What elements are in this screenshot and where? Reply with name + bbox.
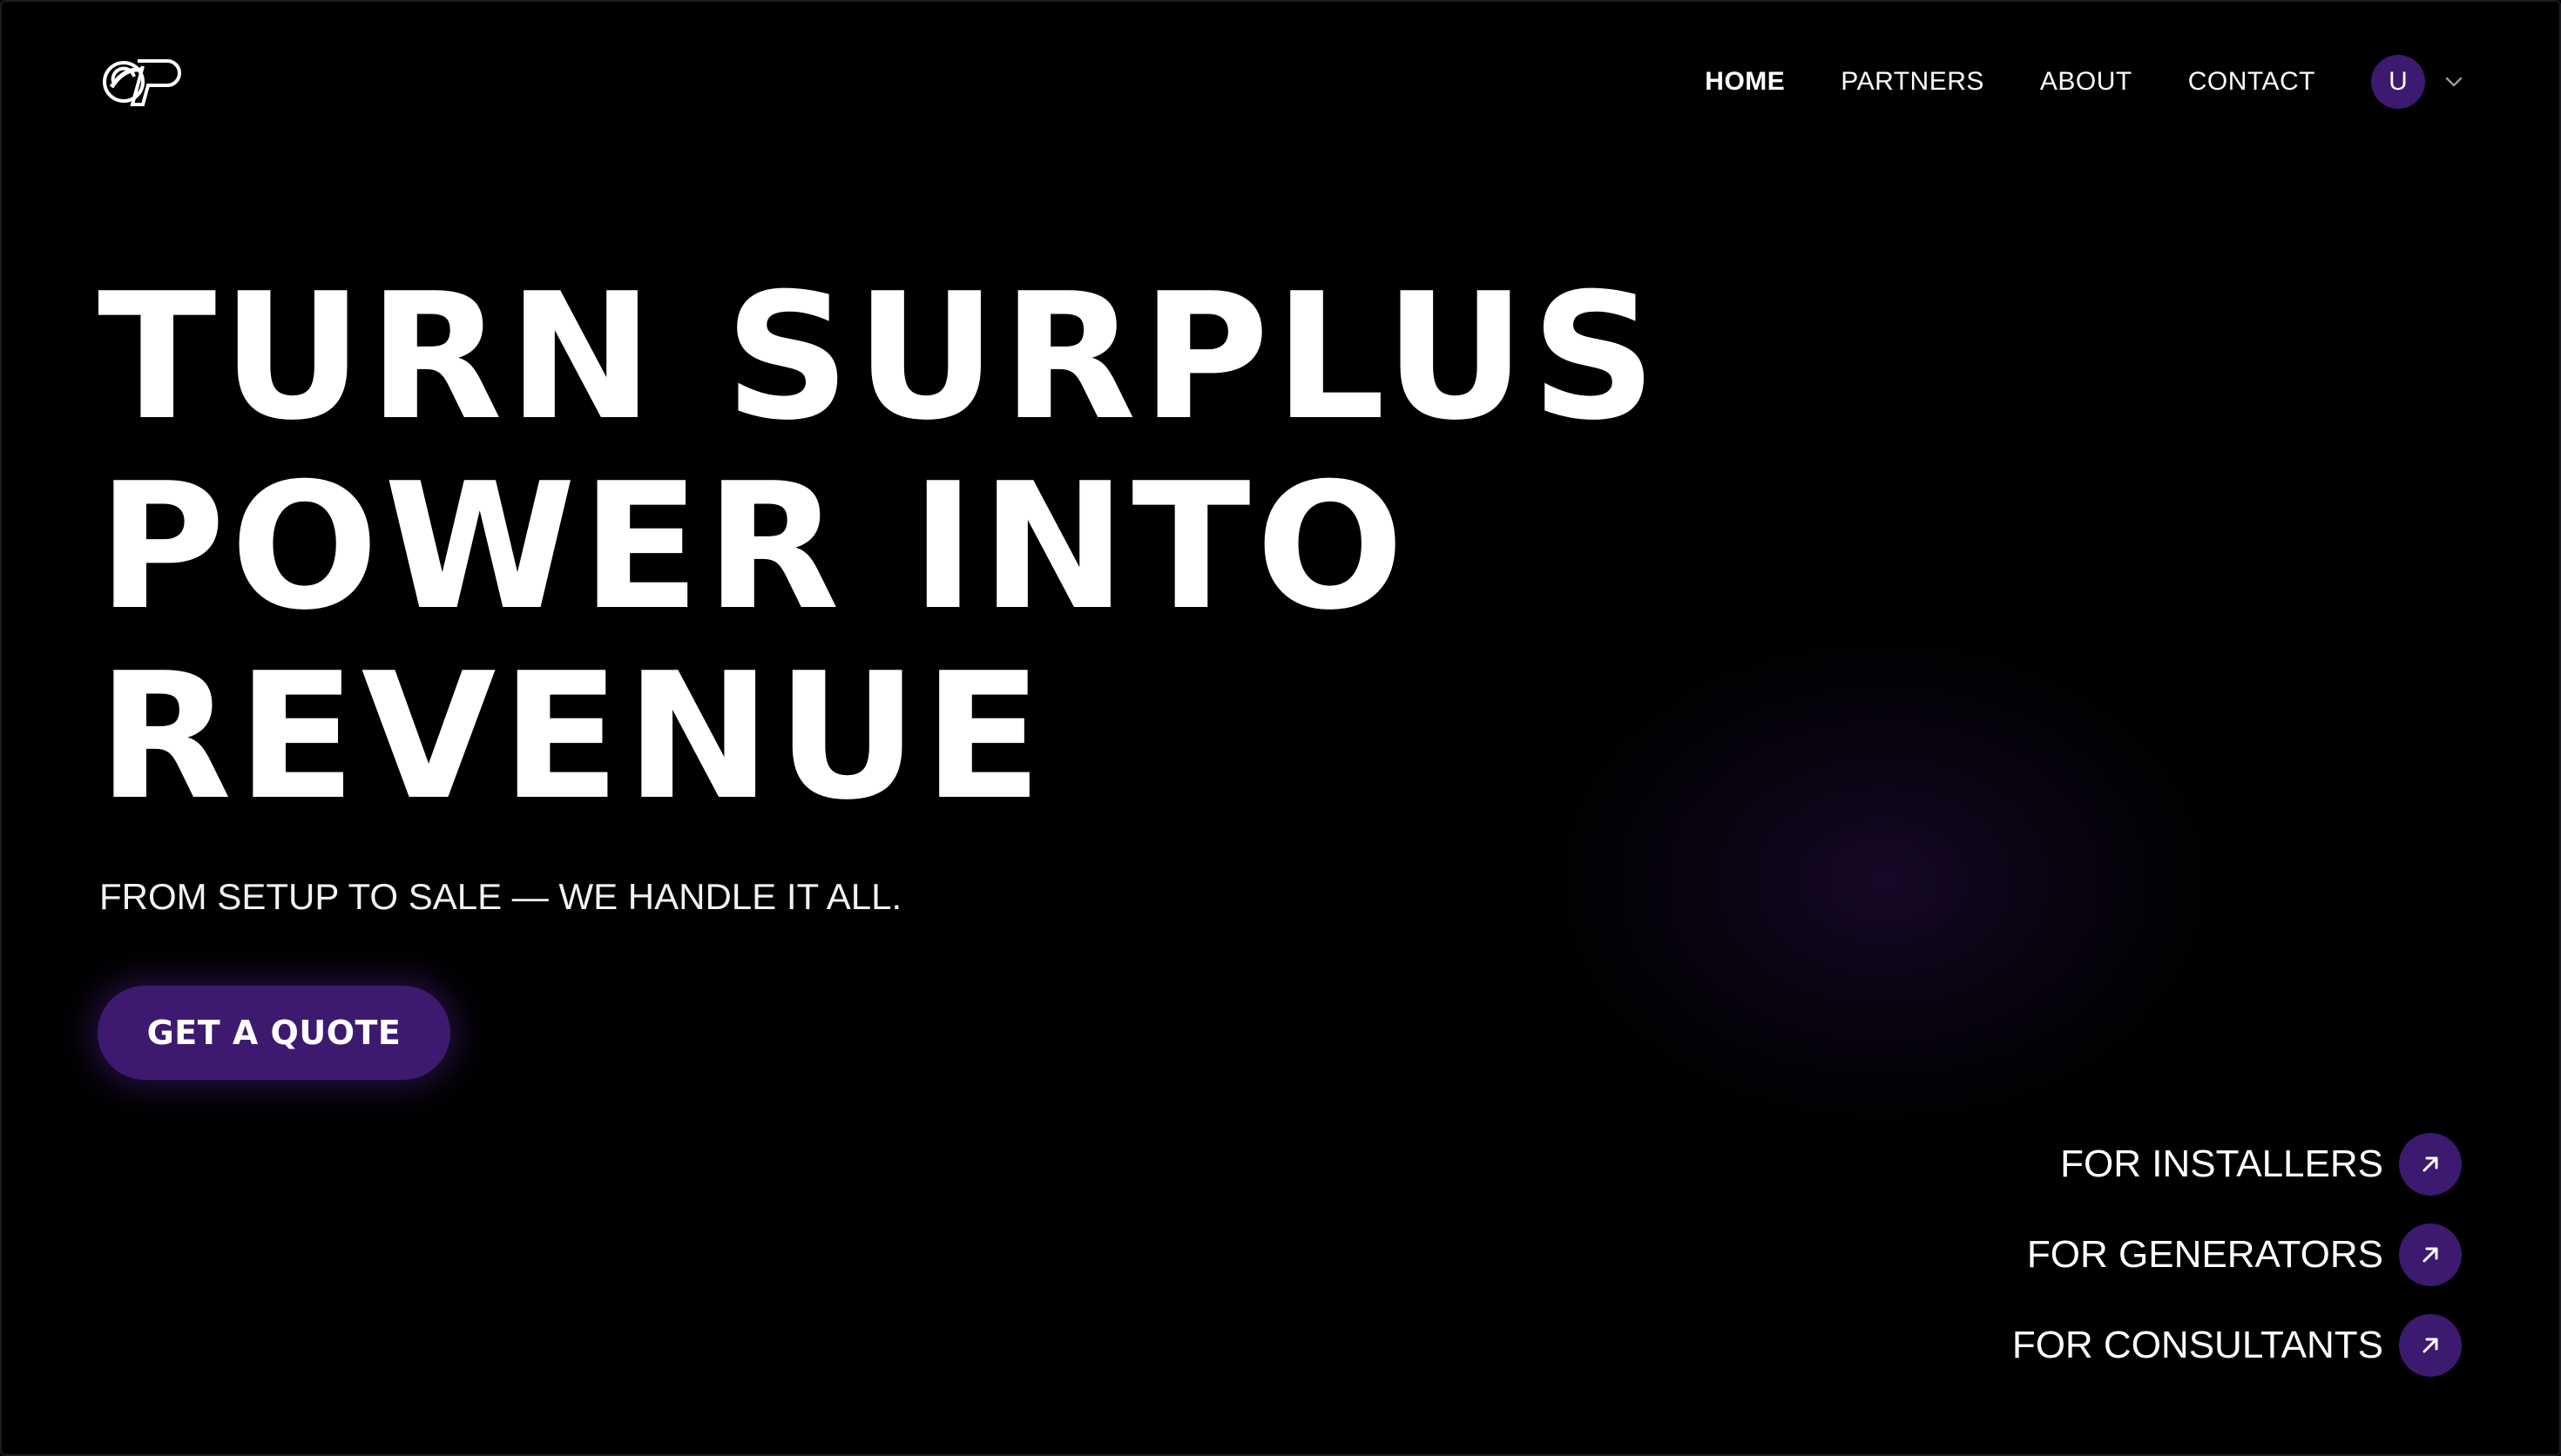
for-installers-link[interactable]: FOR INSTALLERS	[2060, 1132, 2462, 1196]
for-generators-link[interactable]: FOR GENERATORS	[2027, 1223, 2462, 1287]
nav-partners[interactable]: PARTNERS	[1841, 67, 1984, 97]
op-logo-icon[interactable]	[99, 52, 185, 110]
page-frame: HOME PARTNERS ABOUT CONTACT U TURN SURPL…	[0, 0, 2561, 1456]
main-nav: HOME PARTNERS ABOUT CONTACT U	[1705, 55, 2463, 109]
avatar[interactable]: U	[2371, 55, 2425, 109]
get-a-quote-button[interactable]: GET A QUOTE	[98, 986, 450, 1080]
for-consultants-link[interactable]: FOR CONSULTANTS	[2012, 1313, 2462, 1378]
nav-about[interactable]: ABOUT	[2040, 67, 2132, 97]
chevron-down-icon[interactable]	[2444, 72, 2463, 91]
hero-title: TURN SURPLUS POWER INTO REVENUE	[98, 263, 1662, 832]
hero-title-line: TURN SURPLUS	[98, 256, 1662, 459]
hero-title-line: REVENUE	[98, 636, 1048, 839]
nav-contact[interactable]: CONTACT	[2188, 67, 2315, 97]
hero-title-line: POWER INTO	[98, 446, 1409, 649]
hero-subtitle: FROM SETUP TO SALE — WE HANDLE IT ALL.	[99, 876, 902, 917]
audience-link-label: FOR CONSULTANTS	[2011, 1324, 2383, 1366]
arrow-up-right-icon[interactable]	[2399, 1314, 2462, 1377]
nav-home[interactable]: HOME	[1705, 67, 1785, 97]
arrow-up-right-icon[interactable]	[2399, 1223, 2462, 1286]
audience-links: FOR INSTALLERS FOR GENERATORS FOR CONSUL…	[2012, 1132, 2462, 1404]
user-menu[interactable]: U	[2371, 55, 2463, 109]
audience-link-label: FOR GENERATORS	[2026, 1233, 2383, 1276]
audience-link-label: FOR INSTALLERS	[2060, 1143, 2383, 1185]
arrow-up-right-icon[interactable]	[2399, 1133, 2462, 1196]
